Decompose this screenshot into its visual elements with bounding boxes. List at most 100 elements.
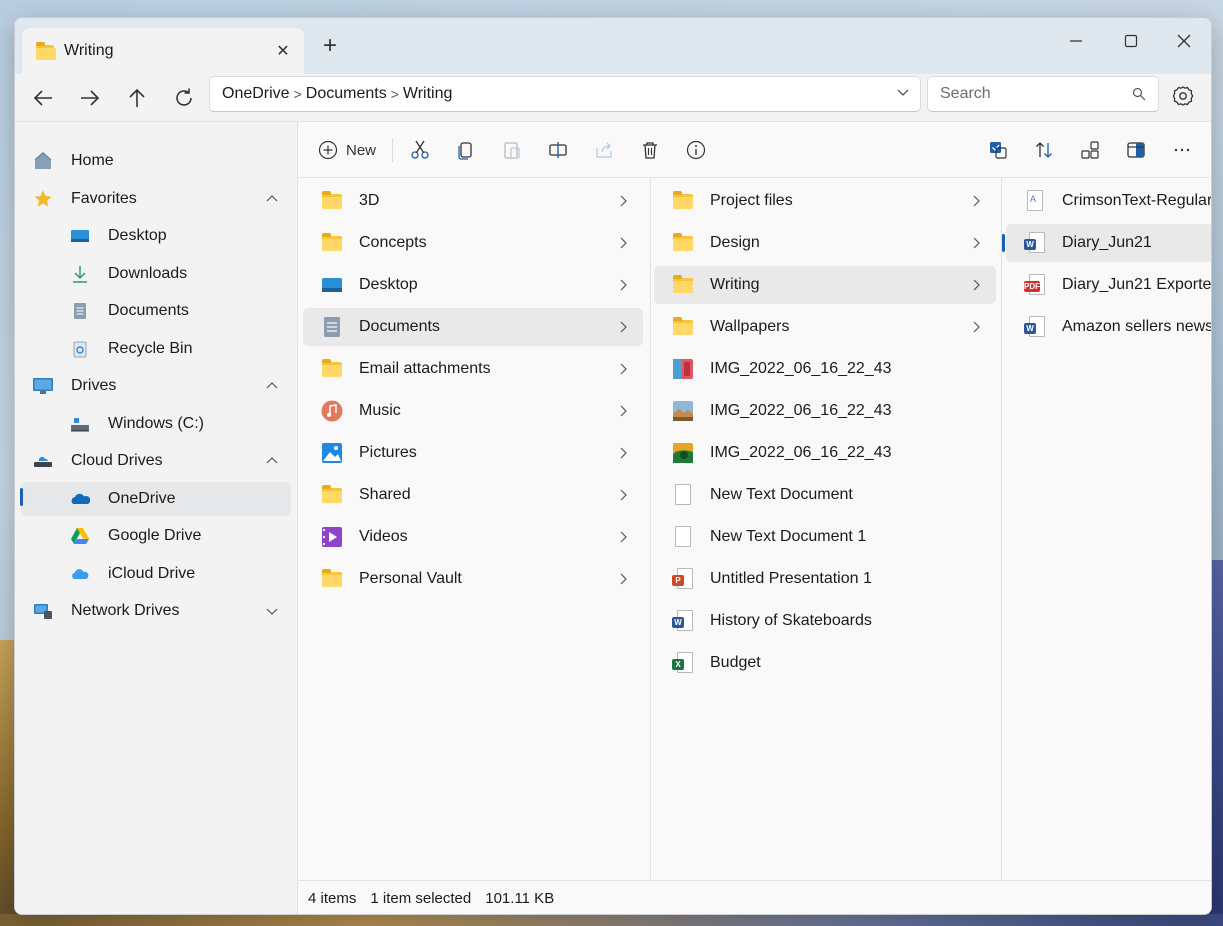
- copy-icon: [458, 142, 472, 160]
- search-icon[interactable]: [1132, 87, 1146, 101]
- chevron-right-icon: >: [390, 86, 399, 102]
- documents-icon: [70, 301, 90, 321]
- item-label: Personal Vault: [359, 570, 462, 587]
- list-item[interactable]: X Budget: [654, 644, 996, 682]
- sidebar-item-label: Desktop: [108, 227, 167, 244]
- breadcrumb-documents[interactable]: Documents: [306, 85, 387, 103]
- sidebar-item-label: Drives: [71, 377, 117, 394]
- list-item-selected[interactable]: W Diary_Jun21: [1006, 224, 1211, 262]
- list-item[interactable]: Concepts: [303, 224, 643, 262]
- new-button[interactable]: New: [316, 136, 378, 164]
- list-item[interactable]: IMG_2022_06_16_22_43: [654, 350, 996, 388]
- chevron-up-icon[interactable]: [265, 192, 279, 206]
- preview-pane-button[interactable]: [1120, 136, 1152, 164]
- sidebar-item-desktop[interactable]: Desktop: [70, 219, 295, 253]
- list-item[interactable]: Personal Vault: [303, 560, 643, 598]
- maximize-button[interactable]: [1108, 24, 1154, 58]
- item-label: New Text Document 1: [710, 528, 867, 545]
- breadcrumb-onedrive[interactable]: OneDrive: [222, 85, 290, 103]
- column-onedrive: Project files Design Writing Wallpapers: [651, 178, 1001, 880]
- refresh-icon: [176, 88, 192, 106]
- list-item-selected[interactable]: Documents: [303, 308, 643, 346]
- list-item[interactable]: A CrimsonText-Regular: [1006, 182, 1211, 220]
- sidebar-item-drives[interactable]: Drives: [33, 369, 295, 403]
- search-input[interactable]: [940, 85, 1120, 103]
- list-item[interactable]: 3D: [303, 182, 643, 220]
- list-item[interactable]: PDF Diary_Jun21 Exported: [1006, 266, 1211, 304]
- list-item[interactable]: New Text Document: [654, 476, 996, 514]
- paste-button[interactable]: [496, 136, 528, 164]
- cloud-drives-icon: [33, 451, 53, 471]
- list-item[interactable]: W Amazon sellers newsl: [1006, 308, 1211, 346]
- list-item[interactable]: Project files: [654, 182, 996, 220]
- list-item[interactable]: Music: [303, 392, 643, 430]
- minimize-button[interactable]: [1053, 24, 1099, 58]
- copy-button[interactable]: [450, 136, 482, 164]
- list-item[interactable]: P Untitled Presentation 1: [654, 560, 996, 598]
- select-button[interactable]: [982, 136, 1014, 164]
- list-item[interactable]: Videos: [303, 518, 643, 556]
- status-bar: 4 items 1 item selected 101.11 KB: [298, 880, 1211, 914]
- address-bar[interactable]: OneDrive > Documents > Writing: [209, 76, 921, 112]
- refresh-button[interactable]: [166, 80, 202, 116]
- list-item[interactable]: IMG_2022_06_16_22_43: [654, 392, 996, 430]
- forward-button[interactable]: [72, 80, 108, 116]
- back-button[interactable]: [25, 80, 61, 116]
- up-button[interactable]: [119, 80, 155, 116]
- item-label: Concepts: [359, 234, 427, 251]
- sort-button[interactable]: [1028, 136, 1060, 164]
- sidebar-item-icloud-drive[interactable]: iCloud Drive: [70, 557, 295, 591]
- sidebar-item-onedrive[interactable]: OneDrive: [21, 482, 291, 516]
- item-label: Email attachments: [359, 360, 491, 377]
- list-item[interactable]: W History of Skateboards: [654, 602, 996, 640]
- cut-button[interactable]: [404, 136, 436, 164]
- list-item[interactable]: New Text Document 1: [654, 518, 996, 556]
- tab-close-button[interactable]: ✕: [268, 41, 298, 61]
- more-options-button[interactable]: [1166, 136, 1198, 164]
- item-label: Wallpapers: [710, 318, 790, 335]
- gear-icon[interactable]: [1167, 80, 1199, 112]
- list-item[interactable]: Design: [654, 224, 996, 262]
- new-tab-button[interactable]: +: [315, 32, 345, 62]
- tab-writing[interactable]: Writing ✕: [22, 28, 304, 74]
- list-item[interactable]: Wallpapers: [654, 308, 996, 346]
- text-file-icon: [672, 526, 694, 548]
- sidebar-item-documents[interactable]: Documents: [70, 294, 295, 328]
- chevron-right-icon: [620, 489, 627, 501]
- properties-button[interactable]: [680, 136, 712, 164]
- breadcrumb-writing[interactable]: Writing: [403, 85, 453, 103]
- chevron-down-icon[interactable]: [265, 604, 279, 618]
- sidebar-item-downloads[interactable]: Downloads: [70, 257, 295, 291]
- excel-icon: X: [672, 652, 694, 674]
- search-box[interactable]: [927, 76, 1159, 112]
- sidebar-item-recycle-bin[interactable]: Recycle Bin: [70, 332, 295, 366]
- list-item[interactable]: Pictures: [303, 434, 643, 472]
- sidebar-item-google-drive[interactable]: Google Drive: [70, 519, 295, 553]
- list-item-selected[interactable]: Writing: [654, 266, 996, 304]
- sidebar-item-network-drives[interactable]: Network Drives: [33, 594, 295, 628]
- close-window-button[interactable]: [1161, 24, 1207, 58]
- list-item[interactable]: Shared: [303, 476, 643, 514]
- chevron-up-icon[interactable]: [265, 454, 279, 468]
- delete-button[interactable]: [634, 136, 666, 164]
- list-item[interactable]: Email attachments: [303, 350, 643, 388]
- sidebar-item-label: Documents: [108, 302, 189, 319]
- list-item[interactable]: Desktop: [303, 266, 643, 304]
- view-button[interactable]: [1074, 136, 1106, 164]
- share-button[interactable]: [588, 136, 620, 164]
- sidebar-item-windows-c[interactable]: Windows (C:): [70, 407, 295, 441]
- image-icon: [672, 442, 694, 464]
- list-item[interactable]: IMG_2022_06_16_22_43: [654, 434, 996, 472]
- rename-button[interactable]: [542, 136, 574, 164]
- sidebar-item-cloud-drives[interactable]: Cloud Drives: [33, 444, 295, 478]
- sidebar-item-favorites[interactable]: Favorites: [33, 182, 295, 216]
- text-file-icon: [672, 484, 694, 506]
- toolbar-divider: [392, 138, 393, 162]
- home-icon: [33, 151, 53, 171]
- sidebar-item-home[interactable]: Home: [33, 144, 295, 178]
- chevron-right-icon: [620, 279, 627, 291]
- chevron-up-icon[interactable]: [265, 379, 279, 393]
- item-label: Pictures: [359, 444, 417, 461]
- chevron-down-icon[interactable]: [896, 85, 910, 99]
- sort-icon: [1036, 142, 1052, 158]
